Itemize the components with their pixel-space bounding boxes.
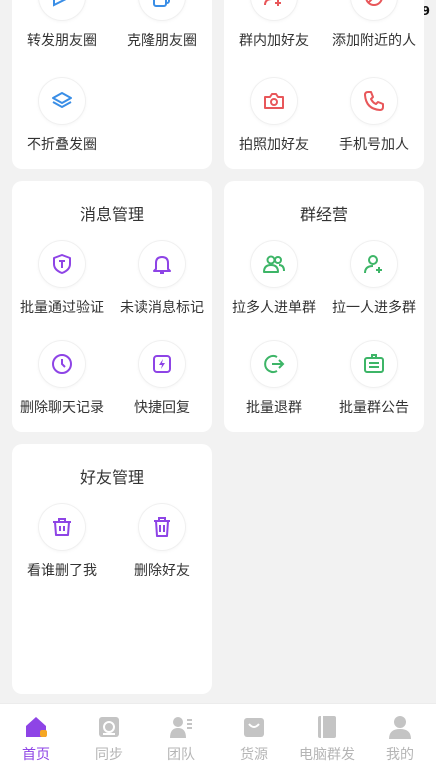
item-batch-announcement[interactable]: 批量群公告: [324, 341, 424, 421]
item-add-nearby[interactable]: 添加附近的人: [324, 0, 424, 54]
user-icon: [389, 716, 411, 739]
tab-label: 首页: [22, 747, 50, 763]
card-message-management: 消息管理 批量通过验证 未读消息标记 删除聊天记录 快捷回复: [12, 181, 212, 432]
card-title: 好友管理: [79, 468, 144, 487]
clock-icon: [39, 341, 85, 387]
item-pull-many-one-group[interactable]: 拉多人进单群: [224, 241, 324, 321]
item-clone-moments[interactable]: 克隆朋友圈: [112, 0, 212, 54]
item-label: 不折叠发圈: [27, 137, 97, 153]
users-icon: [251, 241, 297, 287]
shopping-bag-icon: [244, 718, 264, 737]
announcement-icon: [351, 341, 397, 387]
item-label: 批量群公告: [339, 400, 409, 416]
item-label: 快捷回复: [134, 400, 190, 416]
location-icon: [351, 0, 397, 20]
item-label: 手机号加人: [339, 137, 409, 153]
card-title: 消息管理: [79, 205, 144, 224]
item-pull-one-many-groups[interactable]: 拉一人进多群: [324, 241, 424, 321]
tab-label: 电脑群发: [299, 747, 355, 763]
item-label: 未读消息标记: [120, 300, 204, 316]
card-moments: 转发朋友圈 克隆朋友圈 不折叠发圈: [12, 0, 212, 169]
item-label: 克隆朋友圈: [127, 33, 197, 49]
item-label: 删除好友: [134, 563, 190, 579]
tab-home[interactable]: 首页: [0, 714, 72, 770]
item-delete-chat[interactable]: 删除聊天记录: [12, 341, 112, 421]
tab-label: 货源: [240, 747, 268, 763]
tab-label: 团队: [167, 747, 195, 763]
camera-icon: [251, 78, 297, 124]
share-icon: [39, 0, 85, 20]
book-icon: [318, 716, 336, 738]
shield-icon: [39, 241, 85, 287]
trash-icon: [139, 504, 185, 550]
bell-icon: [139, 241, 185, 287]
card-group-operation: 群经营 拉多人进单群 拉一人进多群 批量退群 批量群公告: [224, 181, 424, 432]
item-label: 拉一人进多群: [332, 300, 416, 316]
tab-team[interactable]: 团队: [145, 714, 217, 770]
item-batch-quit-group[interactable]: 批量退群: [224, 341, 324, 421]
tab-goods[interactable]: 货源: [218, 714, 290, 770]
tab-label: 我的: [386, 747, 414, 763]
item-no-fold-post[interactable]: 不折叠发圈: [12, 78, 112, 158]
item-forward-moments[interactable]: 转发朋友圈: [12, 0, 112, 54]
item-quick-reply[interactable]: 快捷回复: [112, 341, 212, 421]
trash-bin-icon: [39, 504, 85, 550]
item-who-deleted-me[interactable]: 看谁删了我: [12, 504, 112, 584]
user-plus-icon: [351, 241, 397, 287]
item-photo-add-friend[interactable]: 拍照加好友: [224, 78, 324, 158]
tab-label: 同步: [95, 747, 123, 763]
tab-mine[interactable]: 我的: [364, 714, 436, 770]
lightning-icon: [139, 341, 185, 387]
bottom-tab-bar: 首页 同步 团队 货源 电脑群发 我的: [0, 703, 436, 776]
home-icon: [26, 717, 47, 737]
exit-icon: [251, 341, 297, 387]
card-friend-management: 好友管理 看谁删了我 删除好友: [12, 444, 212, 694]
sync-icon: [99, 717, 119, 737]
item-group-add-friend[interactable]: 群内加好友: [224, 0, 324, 54]
item-label: 添加附近的人: [332, 33, 416, 49]
item-phone-add-friend[interactable]: 手机号加人: [324, 78, 424, 158]
team-icon: [170, 717, 192, 738]
add-user-icon: [251, 0, 297, 20]
item-delete-friends[interactable]: 删除好友: [112, 504, 212, 584]
tab-pc-broadcast[interactable]: 电脑群发: [291, 714, 363, 770]
item-batch-verify[interactable]: 批量通过验证: [12, 241, 112, 321]
phone-icon: [351, 78, 397, 124]
card-add-friends: 群内加好友 添加附近的人 拍照加好友 手机号加人: [224, 0, 424, 169]
layers-icon: [39, 78, 85, 124]
copy-icon: [139, 0, 185, 20]
item-unread-mark[interactable]: 未读消息标记: [112, 241, 212, 321]
tab-sync[interactable]: 同步: [73, 714, 145, 770]
card-title: 群经营: [299, 205, 348, 224]
